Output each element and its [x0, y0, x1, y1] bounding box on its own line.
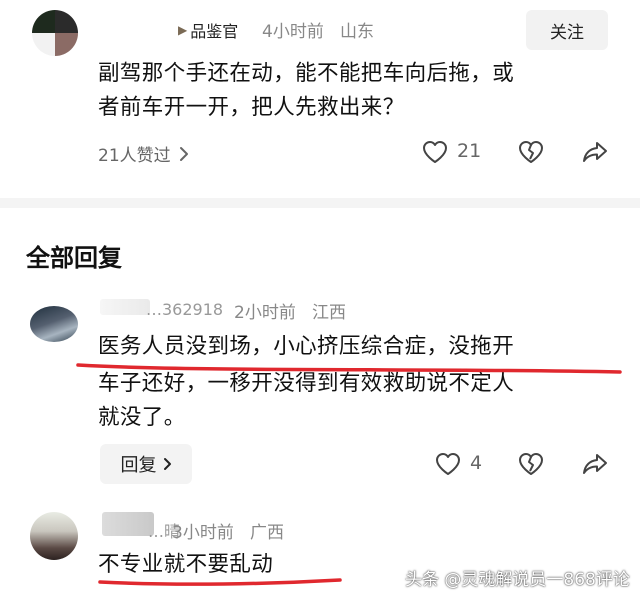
location: 山东 — [340, 22, 375, 42]
username[interactable]: ▶ 品鉴官 — [178, 18, 238, 42]
timestamp: 4小时前 — [262, 22, 324, 42]
location: 江西 — [312, 303, 347, 323]
section-title: 全部回复 — [26, 244, 122, 272]
like-count: 21 — [457, 140, 482, 162]
like-icon[interactable] — [435, 452, 461, 476]
username-label[interactable]: …362918 — [146, 300, 223, 319]
share-icon[interactable] — [582, 140, 608, 164]
reply-button[interactable]: 回复 — [100, 444, 192, 484]
timestamp: 3小时前 — [172, 523, 234, 543]
username-redacted — [102, 512, 154, 536]
comment-text-line-2: 者前车开一开，把人先救出来？ — [98, 95, 405, 120]
comment-meta: 3小时前 广西 — [172, 518, 284, 543]
comment-meta: 4小时前 山东 — [262, 17, 374, 42]
avatar[interactable] — [30, 306, 78, 342]
section-divider — [0, 198, 640, 208]
username-redacted — [100, 299, 150, 315]
reply-text-line-1: 医务人员没到场，小心挤压综合症，没拖开 — [98, 334, 515, 359]
badge-icon: ▶ — [178, 23, 188, 37]
like-icon[interactable] — [422, 140, 448, 164]
username-label: 品鉴官 — [190, 22, 239, 41]
chevron-right-icon — [179, 146, 189, 162]
avatar[interactable] — [30, 512, 78, 560]
chevron-right-icon — [163, 457, 172, 471]
location: 广西 — [250, 523, 285, 543]
watermark: 头条 @灵魂解说员一868评论 — [405, 570, 630, 590]
reply-button-label: 回复 — [120, 455, 157, 476]
reply-text-line-3: 就没了。 — [98, 405, 186, 430]
reply-text-line-1: 不专业就不要乱动 — [98, 552, 274, 577]
like-count: 4 — [470, 452, 483, 474]
reply-text-line-2: 车子还好，一移开没得到有效救助说不定人 — [98, 371, 515, 396]
share-icon[interactable] — [582, 452, 608, 476]
timestamp: 2小时前 — [234, 303, 296, 323]
dislike-icon[interactable] — [518, 140, 544, 164]
comment-meta: 2小时前 江西 — [234, 298, 346, 323]
dislike-icon[interactable] — [518, 452, 544, 476]
follow-button[interactable]: 关注 — [526, 10, 608, 50]
avatar[interactable] — [32, 10, 78, 56]
comment-text-line-1: 副驾那个手还在动，能不能把车向后拖，或 — [98, 61, 515, 86]
likes-link[interactable]: 21人赞过 — [98, 141, 189, 166]
likes-link-label: 21人赞过 — [98, 146, 171, 166]
